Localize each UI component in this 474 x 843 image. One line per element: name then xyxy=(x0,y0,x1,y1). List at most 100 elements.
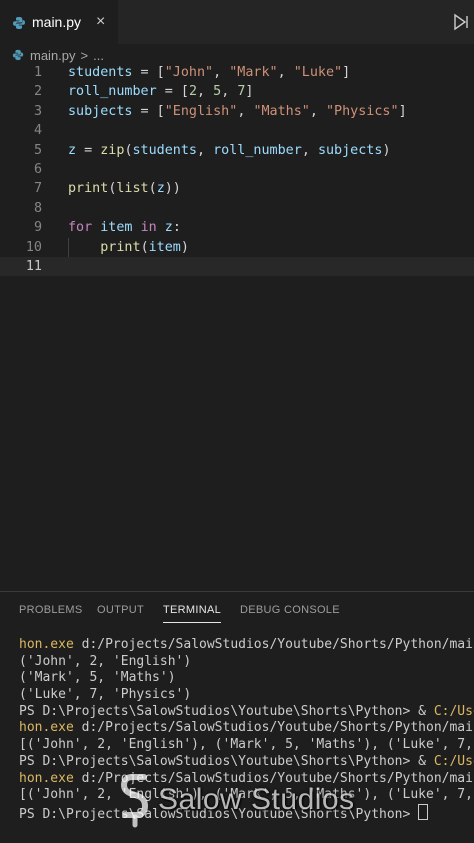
terminal-line: ('Mark', 5, 'Maths') xyxy=(19,670,474,687)
code-token: item xyxy=(148,239,181,255)
code-token: ] xyxy=(398,103,407,119)
line-number: 11 xyxy=(25,259,42,274)
line-number: 4 xyxy=(33,123,42,139)
terminal-text: d:/Projects/SalowStudios/Youtube/Shorts/… xyxy=(73,637,474,652)
code-token: "John" xyxy=(164,65,214,80)
code-line[interactable]: 2 roll_number = [2, 5, 7] xyxy=(0,82,474,101)
code-token: ( xyxy=(124,142,133,158)
panel-tabs: PROBLEMS OUTPUT TERMINAL DEBUG CONSOLE xyxy=(0,592,474,628)
code-token: , xyxy=(213,65,230,80)
breadcrumb-file[interactable]: main.py xyxy=(30,48,76,63)
code-token: ( xyxy=(140,239,149,255)
terminal-text: C:/Users xyxy=(433,753,474,769)
tab-debug-console[interactable]: DEBUG CONSOLE xyxy=(240,604,340,616)
line-number: 9 xyxy=(33,220,42,236)
code-line[interactable]: 7 print(list(z)) xyxy=(0,179,474,198)
code-text: subjects = ["English", "Maths", "Physics… xyxy=(68,102,407,121)
code-token: z xyxy=(164,220,173,236)
terminal-text: ('Luke', 7, 'Physics') xyxy=(19,687,192,703)
code-token: = [ xyxy=(156,84,189,100)
breadcrumb-more[interactable]: ... xyxy=(93,48,104,63)
code-token: print xyxy=(68,181,109,197)
line-number: 3 xyxy=(33,103,42,119)
code-token: ] xyxy=(342,65,351,80)
code-token: zip xyxy=(100,142,125,158)
code-token: "Luke" xyxy=(293,65,343,80)
terminal-line: [('John', 2, 'English'), ('Mark', 5, 'Ma… xyxy=(19,737,474,754)
code-token: 5 xyxy=(213,84,222,100)
code-token: , xyxy=(277,65,294,80)
code-line[interactable]: 9 for item in z: xyxy=(0,218,474,237)
terminal-cursor xyxy=(418,803,429,820)
terminal-text: PS D:\Projects\SalowStudios\Youtube\Shor… xyxy=(19,753,434,769)
tab-terminal[interactable]: TERMINAL xyxy=(163,604,222,623)
python-icon xyxy=(12,15,26,29)
tab-output[interactable]: OUTPUT xyxy=(97,604,144,616)
terminal-text: hon.exe xyxy=(19,770,74,786)
line-number: 10 xyxy=(25,239,42,255)
code-editor[interactable]: 1 students = ["John", "Mark", "Luke"] 2 rol… xyxy=(0,62,474,582)
code-token: , xyxy=(197,142,214,158)
code-line[interactable]: 4 xyxy=(0,121,474,140)
code-token: ) xyxy=(180,239,189,255)
code-line[interactable]: 5 z = zip(students, roll_number, subjects… xyxy=(0,141,474,160)
terminal-text: ('John', 2, 'English') xyxy=(19,653,192,669)
close-icon[interactable]: × xyxy=(96,13,105,31)
code-token: list xyxy=(116,181,149,197)
code-text: print(item) xyxy=(68,238,189,257)
terminal-text: C:/Users xyxy=(433,703,474,719)
terminal-line: ('Luke', 7, 'Physics') xyxy=(19,687,474,704)
terminal-line: hon.exe d:/Projects/SalowStudios/Youtube… xyxy=(19,720,474,737)
code-token: ( xyxy=(148,181,157,197)
code-token: item xyxy=(100,220,133,236)
code-line[interactable]: 11 xyxy=(0,257,474,276)
terminal-line: ('John', 2, 'English') xyxy=(19,654,474,671)
code-token: = xyxy=(76,142,101,158)
code-token: ] xyxy=(245,84,254,100)
line-number: 5 xyxy=(33,142,42,158)
terminal-text: hon.exe xyxy=(19,720,74,736)
watermark-text: Salow Studios xyxy=(158,783,355,816)
code-token: , xyxy=(301,142,318,158)
code-token: , xyxy=(221,84,238,100)
line-number: 6 xyxy=(33,162,42,177)
code-token: , xyxy=(237,103,254,119)
breadcrumb-separator: > xyxy=(80,47,89,63)
line-number: 2 xyxy=(33,84,42,100)
terminal-text: d:/Projects/SalowStudios/Youtube/Shorts/… xyxy=(73,720,474,736)
python-icon xyxy=(12,49,24,61)
code-line[interactable]: 6 xyxy=(0,160,474,179)
code-token: "Physics" xyxy=(326,103,399,119)
tab-problems[interactable]: PROBLEMS xyxy=(19,604,83,616)
terminal-text: [('John', 2, 'English'), ('Mark', 5, 'Ma… xyxy=(19,737,473,753)
code-token: students xyxy=(68,65,133,80)
code-token: print xyxy=(100,239,141,255)
code-line[interactable]: 1 students = ["John", "Mark", "Luke"] xyxy=(0,63,474,82)
code-token: = [ xyxy=(132,65,165,80)
code-token: roll_number xyxy=(68,84,157,100)
line-number: 7 xyxy=(33,181,42,197)
code-token: , xyxy=(309,103,326,119)
code-token: for xyxy=(68,220,93,236)
code-line[interactable]: 10 print(item) xyxy=(0,237,474,257)
code-token: "Mark" xyxy=(229,65,278,80)
terminal-line: PS D:\Projects\SalowStudios\Youtube\Shor… xyxy=(19,704,474,721)
code-token: : xyxy=(172,220,181,236)
line-number: 1 xyxy=(33,65,42,80)
code-text: students = ["John", "Mark", "Luke"] xyxy=(68,63,350,82)
line-number: 8 xyxy=(33,200,42,216)
watermark: Salow Studios xyxy=(118,770,355,830)
code-token: 2 xyxy=(188,84,197,100)
code-token: subjects xyxy=(317,142,383,158)
run-icon[interactable] xyxy=(452,12,474,34)
code-token: z xyxy=(68,142,77,158)
tab-main-py[interactable]: main.py × xyxy=(0,0,118,44)
code-token: ) xyxy=(382,142,391,158)
code-token: subjects xyxy=(68,103,133,119)
code-token: in xyxy=(140,220,157,236)
code-line[interactable]: 8 xyxy=(0,199,474,218)
code-token: = [ xyxy=(132,103,165,119)
code-line[interactable]: 3 subjects = ["English", "Maths", "Physic… xyxy=(0,102,474,121)
